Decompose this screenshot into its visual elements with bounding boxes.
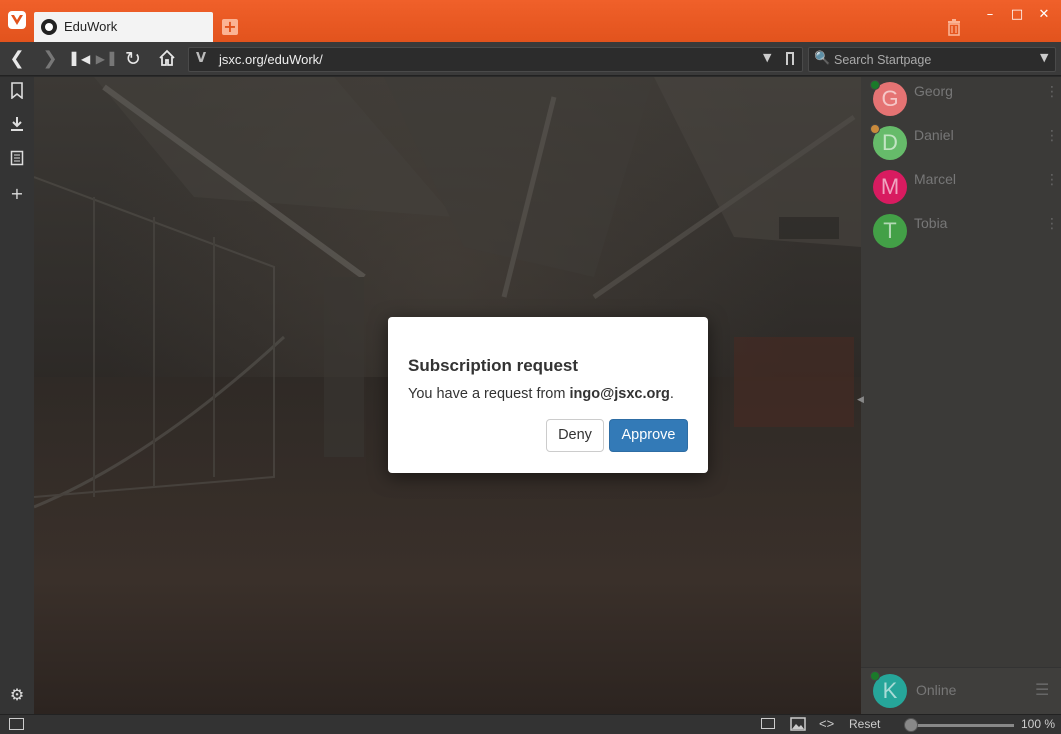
deny-button[interactable]: Deny <box>546 419 604 452</box>
contact-roster: ◀ G Georg ⋮ D Daniel ⋮ M Marcel ⋮ T Tobi… <box>857 77 1061 714</box>
page-actions-icon[interactable]: <> <box>819 716 834 731</box>
address-bar[interactable]: V jsxc.org/eduWork/ ▼ <box>188 47 803 72</box>
roster-footer: K Online ☰ <box>861 667 1061 714</box>
dialog-message-prefix: You have a request from <box>408 386 570 402</box>
close-button[interactable]: ✕ <box>1034 6 1054 24</box>
url-text[interactable]: jsxc.org/eduWork/ <box>219 52 323 67</box>
notes-icon[interactable] <box>7 150 27 170</box>
search-placeholder: Search Startpage <box>834 53 932 67</box>
contact-menu-icon[interactable]: ⋮ <box>1045 85 1059 99</box>
contact-name: Daniel <box>914 127 954 143</box>
roster-menu-icon[interactable]: ☰ <box>1035 680 1049 699</box>
download-icon[interactable] <box>7 116 27 136</box>
contact-georg[interactable]: G Georg ⋮ <box>861 77 1061 121</box>
reload-icon[interactable]: ↻ <box>122 49 144 69</box>
new-tab-button[interactable]: + <box>222 19 238 35</box>
avatar: M <box>873 170 907 204</box>
panel-sidebar: + ⚙ <box>0 77 34 714</box>
panel-toggle-icon[interactable] <box>9 718 24 730</box>
tab-title: EduWork <box>64 19 118 34</box>
contact-menu-icon[interactable]: ⋮ <box>1045 173 1059 187</box>
contact-tobia[interactable]: T Tobia ⋮ <box>861 209 1061 253</box>
trash-icon[interactable] <box>946 18 962 36</box>
add-panel-icon[interactable]: + <box>7 184 27 204</box>
url-dropdown-icon[interactable]: ▼ <box>763 51 771 64</box>
search-engine-dropdown-icon[interactable]: ▼ <box>1040 51 1048 64</box>
requester-jid: ingo@jsxc.org <box>569 386 670 402</box>
home-icon[interactable] <box>156 49 178 69</box>
online-status-icon <box>870 671 880 681</box>
tile-icon[interactable] <box>761 718 775 729</box>
contact-menu-icon[interactable]: ⋮ <box>1045 217 1059 231</box>
bookmark-page-icon[interactable] <box>786 52 794 65</box>
bookmark-icon[interactable] <box>7 82 27 102</box>
fast-forward-icon[interactable]: ▶▐ <box>94 49 116 69</box>
contact-menu-icon[interactable]: ⋮ <box>1045 129 1059 143</box>
forward-icon[interactable]: ❯ <box>39 49 61 69</box>
subscription-dialog: Subscription request You have a request … <box>388 317 708 473</box>
zoom-slider-handle[interactable] <box>904 718 918 732</box>
dialog-message: You have a request from ingo@jsxc.org. <box>408 386 674 402</box>
approve-button[interactable]: Approve <box>609 419 688 452</box>
images-icon[interactable] <box>790 717 806 734</box>
presence-status[interactable]: Online <box>916 682 956 698</box>
vivaldi-logo-icon[interactable] <box>8 11 26 29</box>
back-icon[interactable]: ❮ <box>6 49 28 69</box>
favicon-icon <box>41 19 57 35</box>
minimize-button[interactable]: – <box>980 6 1000 24</box>
zoom-slider[interactable] <box>910 724 1014 727</box>
away-status-icon <box>870 124 880 134</box>
zoom-level: 100 % <box>1021 717 1056 731</box>
avatar: T <box>873 214 907 248</box>
zoom-reset[interactable]: Reset <box>849 717 880 731</box>
search-icon: 🔍 <box>814 51 831 66</box>
online-status-icon <box>870 80 880 90</box>
contact-name: Marcel <box>914 171 957 187</box>
settings-icon[interactable]: ⚙ <box>7 685 27 705</box>
contact-marcel[interactable]: M Marcel ⋮ <box>861 165 1061 209</box>
maximize-button[interactable]: □ <box>1007 6 1027 24</box>
status-bar: <> Reset 100 % <box>0 714 1061 734</box>
title-bar: EduWork + – □ ✕ <box>0 0 1061 42</box>
contact-name: Georg <box>914 83 953 99</box>
site-identity-icon: V <box>196 51 207 66</box>
navigation-bar: ❮ ❯ ▌◀ ▶▐ ↻ V jsxc.org/eduWork/ ▼ 🔍 Sear… <box>0 42 1061 76</box>
dialog-message-suffix: . <box>669 386 674 402</box>
rewind-icon[interactable]: ▌◀ <box>70 49 92 69</box>
dialog-title: Subscription request <box>408 356 579 375</box>
roster-toggle-icon[interactable]: ◀ <box>857 395 864 405</box>
contact-daniel[interactable]: D Daniel ⋮ <box>861 121 1061 165</box>
contact-name: Tobia <box>914 215 948 231</box>
tab-eduwork[interactable]: EduWork <box>34 12 213 42</box>
search-field[interactable]: 🔍 Search Startpage ▼ <box>808 47 1056 72</box>
